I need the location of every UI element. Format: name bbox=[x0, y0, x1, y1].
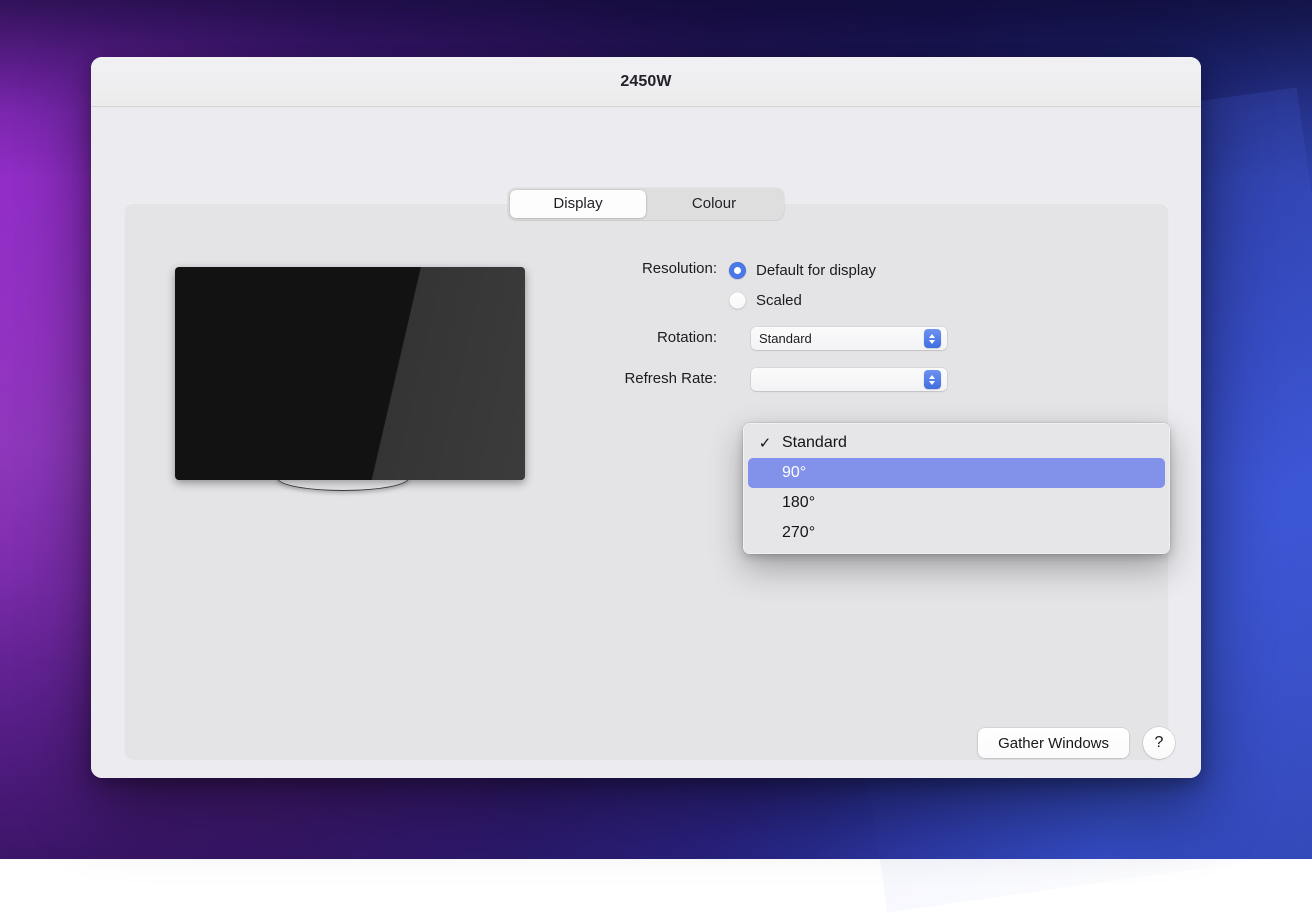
tab-display[interactable]: Display bbox=[510, 190, 646, 218]
help-button[interactable]: ? bbox=[1143, 727, 1175, 759]
refresh-rate-label: Refresh Rate: bbox=[565, 365, 729, 393]
menu-item-90[interactable]: 90° bbox=[748, 458, 1165, 488]
display-settings-form: Resolution: Default for display Scaled bbox=[565, 255, 1145, 395]
rotation-popup-button[interactable]: Standard bbox=[751, 327, 947, 350]
chevron-updown-icon bbox=[924, 329, 941, 348]
radio-default-for-display-label: Default for display bbox=[756, 262, 876, 279]
menu-item-standard-label: Standard bbox=[782, 434, 847, 452]
resolution-row: Resolution: Default for display Scaled bbox=[565, 255, 1145, 315]
menu-item-standard[interactable]: ✓ Standard bbox=[748, 428, 1165, 458]
radio-off-icon bbox=[729, 292, 746, 309]
checkmark-icon: ✓ bbox=[748, 436, 782, 451]
menu-item-270-label: 270° bbox=[782, 524, 815, 542]
window-footer: Gather Windows ? bbox=[978, 727, 1175, 759]
radio-on-icon bbox=[729, 262, 746, 279]
display-preferences-window: 2450W Resolution: Default for display bbox=[91, 57, 1201, 778]
refresh-rate-row: Refresh Rate: bbox=[565, 365, 1145, 395]
gather-windows-button[interactable]: Gather Windows bbox=[978, 728, 1129, 758]
radio-scaled[interactable]: Scaled bbox=[729, 285, 1145, 315]
menu-item-270[interactable]: 270° bbox=[748, 518, 1165, 548]
menu-item-90-label: 90° bbox=[782, 464, 806, 482]
resolution-label: Resolution: bbox=[565, 255, 729, 283]
tab-colour[interactable]: Colour bbox=[646, 190, 782, 218]
chevron-updown-icon bbox=[924, 370, 941, 389]
menu-item-180[interactable]: 180° bbox=[748, 488, 1165, 518]
rotation-row: Rotation: Standard bbox=[565, 324, 1145, 354]
display-screen-gloss bbox=[175, 267, 525, 480]
window-content: Resolution: Default for display Scaled bbox=[91, 107, 1201, 778]
tab-bar: Display Colour bbox=[91, 188, 1201, 220]
display-screen-icon bbox=[175, 267, 525, 480]
radio-scaled-label: Scaled bbox=[756, 292, 802, 309]
refresh-rate-popup-button[interactable] bbox=[751, 368, 947, 391]
display-preview-image bbox=[175, 267, 535, 492]
window-titlebar: 2450W bbox=[91, 57, 1201, 107]
radio-default-for-display[interactable]: Default for display bbox=[729, 255, 1145, 285]
rotation-dropdown-menu: ✓ Standard 90° 180° 270° bbox=[743, 423, 1170, 554]
rotation-popup-value: Standard bbox=[759, 331, 812, 346]
window-title: 2450W bbox=[620, 73, 671, 91]
menu-item-180-label: 180° bbox=[782, 494, 815, 512]
resolution-options: Default for display Scaled bbox=[729, 255, 1145, 315]
rotation-label: Rotation: bbox=[565, 324, 729, 352]
display-settings-panel: Resolution: Default for display Scaled bbox=[125, 203, 1168, 759]
segmented-control: Display Colour bbox=[508, 188, 784, 220]
